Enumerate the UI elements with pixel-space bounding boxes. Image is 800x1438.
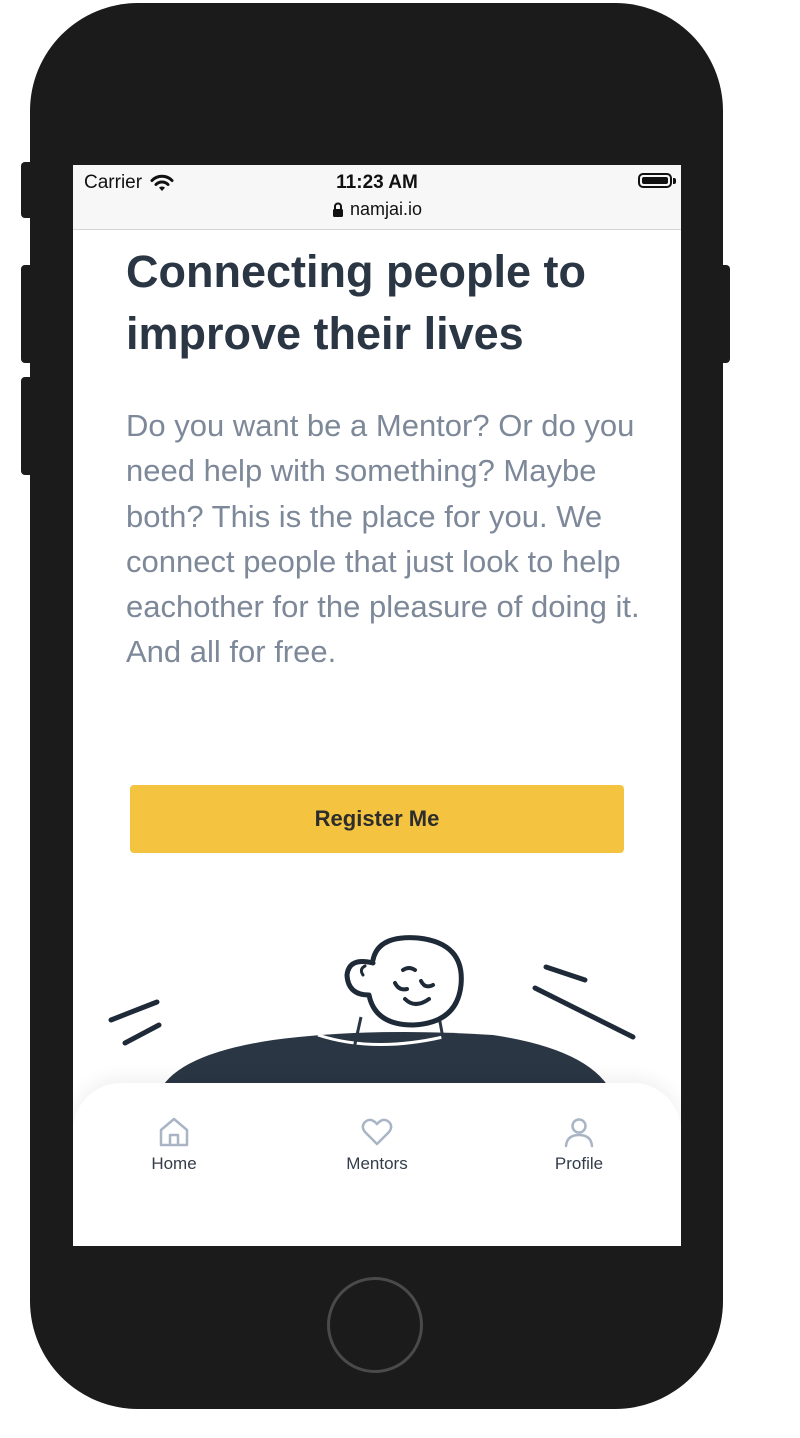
tab-mentors[interactable]: Mentors — [317, 1115, 437, 1174]
tab-mentors-label: Mentors — [346, 1154, 408, 1173]
battery-icon — [638, 173, 672, 188]
tab-profile[interactable]: Profile — [519, 1115, 639, 1174]
user-icon — [564, 1118, 594, 1148]
page-title: Connecting people to improve their lives — [126, 246, 586, 359]
home-button[interactable] — [327, 1277, 423, 1373]
intro-text: Do you want be a Mentor? Or do you need … — [126, 408, 640, 670]
tab-home[interactable]: Home — [114, 1115, 234, 1174]
battery-level — [642, 177, 668, 184]
home-icon — [159, 1117, 189, 1147]
tab-home-label: Home — [151, 1154, 197, 1173]
lock-icon — [332, 202, 343, 217]
status-bar: Carrier 11:23 AM namjai.io — [73, 165, 681, 230]
heart-icon — [361, 1118, 393, 1146]
register-button[interactable]: Register Me — [130, 785, 624, 853]
tab-profile-label: Profile — [554, 1154, 604, 1173]
battery-tip — [673, 178, 676, 184]
phone-screen: Carrier 11:23 AM namjai.io Connecting pe… — [73, 165, 681, 1246]
person-illustration — [108, 935, 636, 1095]
bottom-navigation: Home Mentors Profile — [73, 1083, 681, 1246]
device-mockup: Carrier 11:23 AM namjai.io Connecting pe… — [0, 0, 800, 1438]
url-text: namjai.io — [349, 199, 423, 219]
status-time: 11:23 AM — [336, 172, 418, 193]
address-bar[interactable]: namjai.io — [73, 199, 681, 220]
